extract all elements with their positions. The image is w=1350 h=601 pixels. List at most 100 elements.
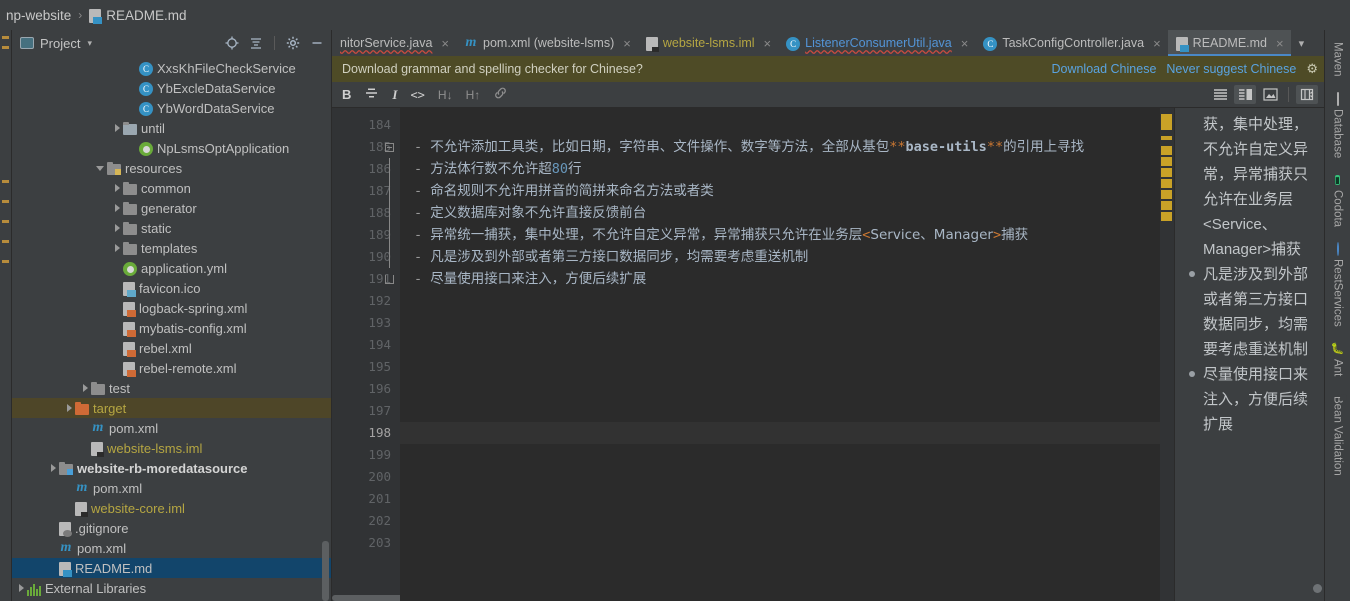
close-tab-icon[interactable]: × — [961, 36, 969, 51]
breadcrumb-project[interactable]: np-website — [6, 8, 71, 23]
chevron-right-icon[interactable] — [112, 243, 123, 254]
collapse-all-icon[interactable] — [247, 34, 265, 52]
strikethrough-button[interactable] — [364, 86, 379, 103]
code-line[interactable] — [400, 378, 1160, 400]
chevron-right-icon[interactable] — [64, 403, 75, 414]
bold-button[interactable]: B — [342, 87, 351, 102]
split-view-button[interactable] — [1234, 85, 1256, 104]
line-number[interactable]: 194 — [332, 334, 400, 356]
tree-node-target[interactable]: target — [12, 398, 331, 418]
code-line[interactable] — [400, 334, 1160, 356]
tool-window-tab-restservices[interactable]: RestServices — [1332, 235, 1344, 335]
chevron-right-icon[interactable] — [16, 583, 27, 594]
fold-end-marker[interactable] — [383, 268, 395, 290]
tree-node-pom-xml[interactable]: m pom.xml — [12, 418, 331, 438]
line-number[interactable]: 200 — [332, 466, 400, 488]
tree-node-rebel-remote-xml[interactable]: rebel-remote.xml — [12, 358, 331, 378]
tree-node-application-yml[interactable]: application.yml — [12, 258, 331, 278]
code-line[interactable] — [400, 488, 1160, 510]
line-number[interactable]: 197 — [332, 400, 400, 422]
tool-window-tab-bean-validation[interactable]: Bean Validation — [1332, 384, 1344, 484]
preview-scrollbar-thumb[interactable] — [1313, 584, 1322, 593]
code-line[interactable] — [400, 422, 1160, 444]
tree-node-ybworddataservice[interactable]: C YbWordDataService — [12, 98, 331, 118]
code-line[interactable] — [400, 114, 1160, 136]
tree-node-templates[interactable]: templates — [12, 238, 331, 258]
tree-node-website-rb-moredatasource[interactable]: website-rb-moredatasource — [12, 458, 331, 478]
line-number-gutter[interactable]: 184 185 186 187 188 189 190 191 192 193 194 195 196 1… — [332, 108, 512, 601]
editor-tab-website-lsms-iml[interactable]: website-lsms.iml × — [638, 30, 778, 56]
notification-gear-icon[interactable]: ⚙ — [1306, 61, 1318, 77]
line-number[interactable]: 193 — [332, 312, 400, 334]
warning-marker[interactable] — [1161, 179, 1172, 188]
tree-node-xxskhfilecheckservice[interactable]: C XxsKhFileCheckService — [12, 58, 331, 78]
code-line[interactable] — [400, 400, 1160, 422]
code-line[interactable] — [400, 444, 1160, 466]
tool-window-tab-maven[interactable]: Maven — [1332, 34, 1344, 85]
sync-scroll-button[interactable] — [1296, 85, 1318, 104]
code-line[interactable]: - 定义数据库对象不允许直接反馈前台 — [400, 202, 1160, 224]
tree-vertical-scrollbar[interactable] — [322, 541, 329, 601]
editor-only-button[interactable] — [1209, 85, 1231, 104]
line-number[interactable]: 199 — [332, 444, 400, 466]
chevron-right-icon[interactable] — [112, 123, 123, 134]
chevron-right-icon[interactable] — [112, 183, 123, 194]
tree-node-generator[interactable]: generator — [12, 198, 331, 218]
code-line[interactable]: - 凡是涉及到外部或者第三方接口数据同步，均需要考虑重送机制 — [400, 246, 1160, 268]
chevron-down-icon[interactable]: ▾ — [1291, 30, 1313, 56]
close-tab-icon[interactable]: × — [623, 36, 631, 51]
line-number[interactable]: 203 — [332, 532, 400, 554]
tree-node-external-libraries[interactable]: External Libraries — [12, 578, 331, 598]
project-file-tree[interactable]: C XxsKhFileCheckService C YbExcleDataServic… — [12, 56, 331, 601]
code-line[interactable] — [400, 466, 1160, 488]
chevron-right-icon[interactable] — [48, 463, 59, 474]
tree-node-nplsmsoptapplication[interactable]: NpLsmsOptApplication — [12, 138, 331, 158]
code-line[interactable] — [400, 312, 1160, 334]
editor-tab-nitorservice-java[interactable]: nitorService.java × — [332, 30, 456, 56]
settings-gear-icon[interactable] — [284, 34, 302, 52]
warning-marker[interactable] — [1161, 212, 1172, 221]
tool-window-tab-ant[interactable]: 🐛 Ant — [1331, 335, 1345, 384]
close-tab-icon[interactable]: × — [764, 36, 772, 51]
chevron-down-icon[interactable]: ▾ — [87, 38, 92, 49]
link-button[interactable] — [493, 86, 508, 103]
code-line[interactable] — [400, 356, 1160, 378]
markdown-source-editor[interactable]: - 不允许添加工具类，比如日期，字符串、文件操作、数字等方法，全部从基包**ba… — [400, 108, 1160, 601]
line-number[interactable]: 202 — [332, 510, 400, 532]
tree-node-test[interactable]: test — [12, 378, 331, 398]
tool-window-tab-database[interactable]: Database — [1332, 85, 1344, 166]
tree-node-website-core-iml[interactable]: website-core.iml — [12, 498, 331, 518]
tree-node-gitignore[interactable]: .gitignore — [12, 518, 331, 538]
editor-tab-readme-md[interactable]: README.md × — [1167, 30, 1291, 56]
tree-node-ybexcledataservice[interactable]: C YbExcleDataService — [12, 78, 331, 98]
italic-button[interactable]: I — [392, 87, 397, 103]
never-suggest-chinese-link[interactable]: Never suggest Chinese — [1166, 62, 1296, 76]
tree-node-static[interactable]: static — [12, 218, 331, 238]
tree-node-common[interactable]: common — [12, 178, 331, 198]
code-line[interactable]: - 尽量使用接口来注入，方便后续扩展 — [400, 268, 1160, 290]
line-number[interactable]: 196 — [332, 378, 400, 400]
tree-node-readme-md[interactable]: README.md — [12, 558, 331, 578]
tree-node-until[interactable]: until — [12, 118, 331, 138]
code-line[interactable]: - 方法体行数不允许超80行 — [400, 158, 1160, 180]
hide-panel-icon[interactable] — [308, 34, 326, 52]
code-line[interactable]: - 不允许添加工具类，比如日期，字符串、文件操作、数字等方法，全部从基包**ba… — [400, 136, 1160, 158]
line-number[interactable]: 192 — [332, 290, 400, 312]
tree-node-website-lsms-iml[interactable]: website-lsms.iml — [12, 438, 331, 458]
heading-down-button[interactable]: H↓ — [438, 88, 453, 102]
download-chinese-link[interactable]: Download Chinese — [1051, 62, 1156, 76]
chevron-right-icon[interactable] — [80, 383, 91, 394]
tree-node-resources[interactable]: resources — [12, 158, 331, 178]
tree-node-rebel-xml[interactable]: rebel.xml — [12, 338, 331, 358]
breadcrumb-file[interactable]: README.md — [89, 8, 187, 24]
code-button[interactable]: <> — [410, 88, 424, 102]
markdown-preview-pane[interactable]: 获，集中处理，不允许自定义异常，异常捕获只允许在业务层<Service、Mana… — [1174, 108, 1324, 601]
warning-marker[interactable] — [1161, 201, 1172, 210]
code-line[interactable] — [400, 532, 1160, 554]
warning-marker[interactable] — [1161, 146, 1172, 155]
heading-up-button[interactable]: H↑ — [466, 88, 481, 102]
close-tab-icon[interactable]: × — [441, 36, 449, 51]
code-line[interactable]: - 异常统一捕获，集中处理，不允许自定义异常，异常捕获只允许在业务层<Servi… — [400, 224, 1160, 246]
warning-marker[interactable] — [1161, 157, 1172, 166]
tree-node-mybatis-config-xml[interactable]: mybatis-config.xml — [12, 318, 331, 338]
